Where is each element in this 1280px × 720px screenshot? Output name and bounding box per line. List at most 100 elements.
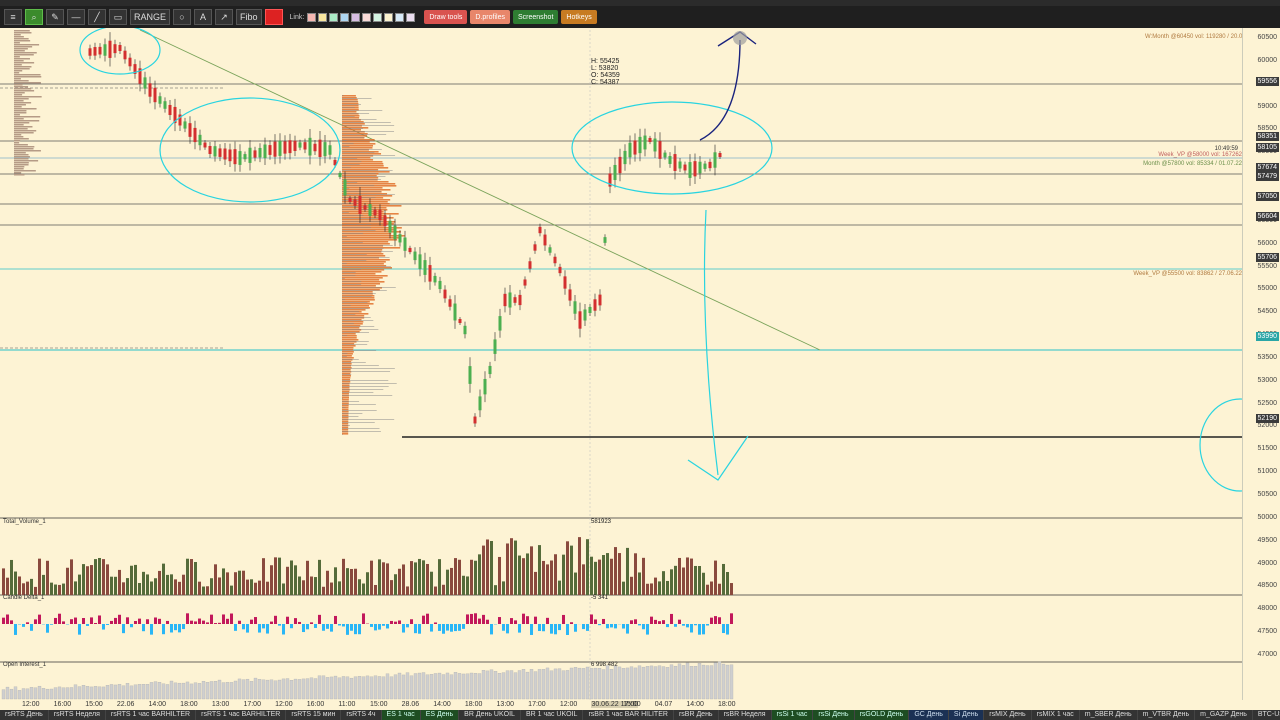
- delta-bar: [126, 617, 129, 624]
- oi-bar: [381, 676, 386, 700]
- chart-tab[interactable]: m_VTBR День: [1137, 710, 1196, 720]
- delta-bar: [26, 622, 29, 624]
- candle-body: [153, 87, 157, 103]
- swatch[interactable]: [351, 12, 361, 22]
- volume-bar: [562, 554, 565, 595]
- profile-bar: [342, 128, 364, 129]
- oi-bar: [73, 684, 78, 700]
- delta-bar: [30, 624, 33, 631]
- chart-tab[interactable]: rsGOLD День: [854, 710, 910, 720]
- screenshot-button[interactable]: Screenshot: [512, 10, 559, 24]
- chart-tab[interactable]: rsRTS 1 час BARHILTER: [105, 710, 197, 720]
- chart-tab[interactable]: GC День: [909, 710, 949, 720]
- volume-bar: [362, 583, 365, 595]
- rectangle-icon[interactable]: ▭: [109, 9, 127, 25]
- price-chart[interactable]: [0, 28, 1242, 700]
- chart-tab[interactable]: m_GAZP День: [1195, 710, 1253, 720]
- chart-tab[interactable]: rsRTS День: [0, 710, 49, 720]
- chart-tab[interactable]: m_SBER День: [1079, 710, 1138, 720]
- swatch[interactable]: [307, 12, 317, 22]
- trend-line-icon[interactable]: ╱: [88, 9, 106, 25]
- candle-body: [408, 247, 412, 253]
- volume-bar: [138, 582, 141, 595]
- volume-bar: [634, 553, 637, 595]
- text-tool-icon[interactable]: A: [194, 9, 213, 25]
- chart-tab[interactable]: rsSi День: [813, 710, 855, 720]
- swatch[interactable]: [318, 12, 328, 22]
- arrow-icon[interactable]: ↗: [215, 9, 234, 25]
- swatch[interactable]: [373, 12, 383, 22]
- chart-tab[interactable]: rsBR День: [673, 710, 719, 720]
- horizontal-line-icon[interactable]: —: [67, 9, 85, 25]
- candle-body: [538, 226, 542, 234]
- delta-bar: [338, 624, 341, 626]
- menu-icon[interactable]: ≡: [4, 9, 22, 25]
- swatch[interactable]: [362, 12, 372, 22]
- delta-bar: [502, 624, 505, 631]
- pencil-icon[interactable]: ✎: [46, 9, 64, 25]
- chart-tab[interactable]: ES 1 час: [381, 710, 421, 720]
- profile-bar: [342, 344, 368, 345]
- time-tick: 16:00: [306, 701, 325, 708]
- circle-icon[interactable]: ○: [173, 9, 192, 25]
- profile-bar: [14, 56, 20, 58]
- delta-bar: [254, 617, 257, 624]
- chart-tab[interactable]: rsRTS 15 мин: [286, 710, 342, 720]
- swatch[interactable]: [406, 12, 416, 22]
- profile-bar: [342, 122, 391, 123]
- oi-bar: [477, 673, 482, 700]
- chart-tab[interactable]: BTC-USDT День: [1252, 710, 1280, 720]
- oi-bar: [597, 668, 602, 700]
- range-tool-button[interactable]: RANGE: [130, 9, 171, 25]
- swatch[interactable]: [384, 12, 394, 22]
- profile-bar: [342, 329, 379, 330]
- chart-tab[interactable]: rsMIX День: [984, 710, 1032, 720]
- delta-bar: [226, 618, 229, 624]
- delta-bar: [650, 616, 653, 624]
- d-profiles-button[interactable]: D.profiles: [470, 10, 510, 24]
- volume-bar: [646, 583, 649, 595]
- chart-tab[interactable]: Si День: [948, 710, 985, 720]
- profile-bar: [342, 251, 393, 252]
- profile-bar: [342, 135, 368, 137]
- chart-tab[interactable]: rsRTS 4ч: [341, 710, 382, 720]
- oi-bar: [593, 667, 598, 700]
- chart-tab[interactable]: ES День: [420, 710, 460, 720]
- candle-body: [258, 147, 262, 158]
- chart-tab[interactable]: BR 1 час UKOIL: [520, 710, 584, 720]
- volume-bar: [702, 572, 705, 595]
- profile-bar: [14, 132, 34, 134]
- oi-bar: [345, 676, 350, 700]
- swatch[interactable]: [329, 12, 339, 22]
- zoom-icon[interactable]: ⌕: [25, 9, 43, 25]
- candle-body: [98, 46, 102, 55]
- color-picker-icon[interactable]: [264, 9, 283, 25]
- profile-bar: [342, 423, 349, 425]
- time-tick: 22.06: [116, 701, 135, 708]
- swatch[interactable]: [340, 12, 350, 22]
- chart-tab[interactable]: rsBR 1 час BAR HILITER: [583, 710, 674, 720]
- candle-body: [403, 237, 407, 251]
- profile-bar: [342, 347, 354, 349]
- swatch[interactable]: [395, 12, 405, 22]
- oi-bar: [501, 672, 506, 700]
- time-axis[interactable]: 12:00 16:00 15:00 22.06 14:00 18:00 13:00 17:00…: [0, 700, 1242, 710]
- chart-tab[interactable]: rsBR Неделя: [718, 710, 772, 720]
- chart-area[interactable]: H: 55425 L: 53820 O: 54359 C: 54387 W:Mo…: [0, 28, 1254, 700]
- draw-tools-button[interactable]: Draw tools: [424, 10, 468, 24]
- hotkeys-button[interactable]: Hotkeys: [561, 10, 597, 24]
- candle-body: [128, 57, 132, 67]
- candle-body: [183, 121, 187, 129]
- chart-tab[interactable]: rsRTS 1 час BARHILTER: [196, 710, 287, 720]
- chart-tab[interactable]: rsSi 1 час: [771, 710, 814, 720]
- chart-tab[interactable]: BR День UKOIL: [459, 710, 521, 720]
- chart-tab[interactable]: rsMIX 1 час: [1031, 710, 1080, 720]
- volume-bar: [658, 581, 661, 595]
- profile-bar: [342, 353, 348, 354]
- profile-bar: [342, 224, 372, 225]
- fibo-tool-button[interactable]: Fibo: [236, 9, 262, 25]
- price-axis[interactable]: 6050060000595005900058500580005750057000…: [1242, 28, 1280, 700]
- chart-tab[interactable]: rsRTS Неделя: [48, 710, 106, 720]
- candle-body: [388, 220, 392, 233]
- oi-bar: [469, 672, 474, 700]
